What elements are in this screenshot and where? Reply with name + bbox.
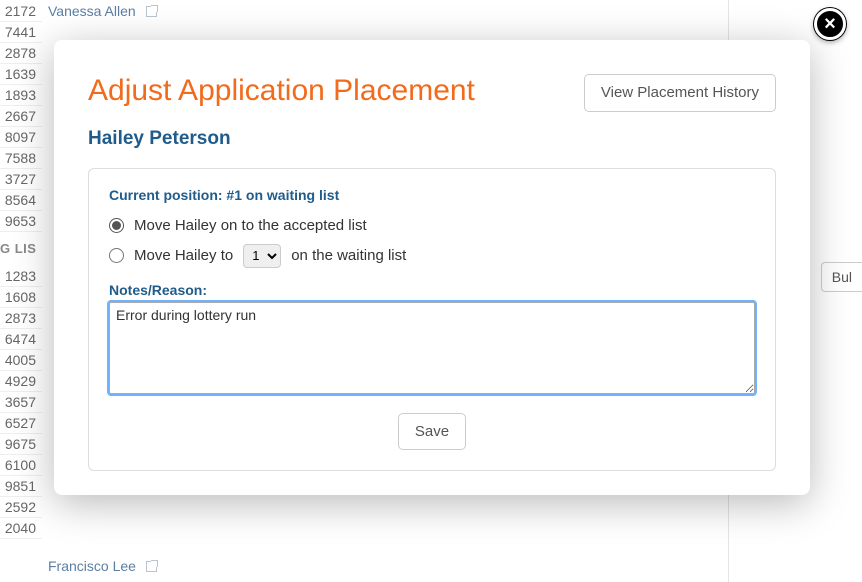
current-position-label: Current position: #1 on waiting list (109, 187, 755, 203)
option-move-label-pre: Move Hailey to (134, 247, 233, 264)
bg-id-cell: 4005 (0, 350, 42, 371)
bg-id-cell: 2592 (0, 497, 42, 518)
bg-id-cell: 9851 (0, 476, 42, 497)
bg-id-cell: 6100 (0, 455, 42, 476)
bg-id-cell: 9675 (0, 434, 42, 455)
bg-id-cell: 6527 (0, 413, 42, 434)
close-modal-button[interactable]: × (814, 8, 846, 40)
option-move-label-post: on the waiting list (291, 247, 406, 264)
bg-id-cell: 2873 (0, 308, 42, 329)
table-row[interactable]: Francisco Lee (48, 556, 157, 577)
bg-id-cell: 2172 (0, 1, 42, 22)
option-move-row[interactable]: Move Hailey to 12345 on the waiting list (109, 244, 755, 268)
view-placement-history-button[interactable]: View Placement History (584, 74, 776, 112)
bg-id-cell: 3657 (0, 392, 42, 413)
modal-title: Adjust Application Placement (88, 74, 475, 109)
bg-names-bottom: Francisco Lee (48, 556, 157, 577)
external-link-icon[interactable] (146, 561, 157, 572)
position-select[interactable]: 12345 (243, 244, 281, 268)
applicant-name: Hailey Peterson (88, 128, 776, 150)
bg-id-column: 2172744128781639189326678097758837278564… (0, 0, 42, 539)
bg-id-cell: 7441 (0, 22, 42, 43)
bg-id-cell: 6474 (0, 329, 42, 350)
applicant-name-link[interactable]: Vanessa Allen (48, 3, 136, 19)
save-button[interactable]: Save (398, 413, 466, 451)
bg-id-cell: 8564 (0, 190, 42, 211)
option-move-radio[interactable] (109, 248, 124, 263)
bg-id-cell: 7588 (0, 148, 42, 169)
bg-names: Vanessa Allen (48, 1, 157, 22)
external-link-icon[interactable] (146, 6, 157, 17)
bg-id-cell: 2040 (0, 518, 42, 539)
notes-label: Notes/Reason: (109, 282, 755, 298)
applicant-name-link[interactable]: Francisco Lee (48, 558, 136, 574)
waiting-list-section-header: G LIS (0, 232, 42, 266)
bg-id-cell: 2878 (0, 43, 42, 64)
option-accept-row[interactable]: Move Hailey on to the accepted list (109, 217, 755, 234)
notes-textarea[interactable] (109, 302, 755, 394)
bg-id-cell: 1608 (0, 287, 42, 308)
option-accept-radio[interactable] (109, 218, 124, 233)
bulk-actions-button[interactable]: Bul (821, 262, 862, 292)
option-accept-label: Move Hailey on to the accepted list (134, 217, 367, 234)
bg-id-cell: 2667 (0, 106, 42, 127)
bg-id-cell: 9653 (0, 211, 42, 232)
close-icon: × (824, 14, 836, 34)
adjust-placement-modal: Adjust Application Placement View Placem… (54, 40, 810, 495)
bg-id-cell: 1893 (0, 85, 42, 106)
table-row[interactable]: Vanessa Allen (48, 1, 157, 22)
bg-id-cell: 3727 (0, 169, 42, 190)
bg-id-cell: 1639 (0, 64, 42, 85)
bg-id-cell: 1283 (0, 266, 42, 287)
bg-id-cell: 4929 (0, 371, 42, 392)
placement-panel: Current position: #1 on waiting list Mov… (88, 168, 776, 472)
bg-id-cell: 8097 (0, 127, 42, 148)
